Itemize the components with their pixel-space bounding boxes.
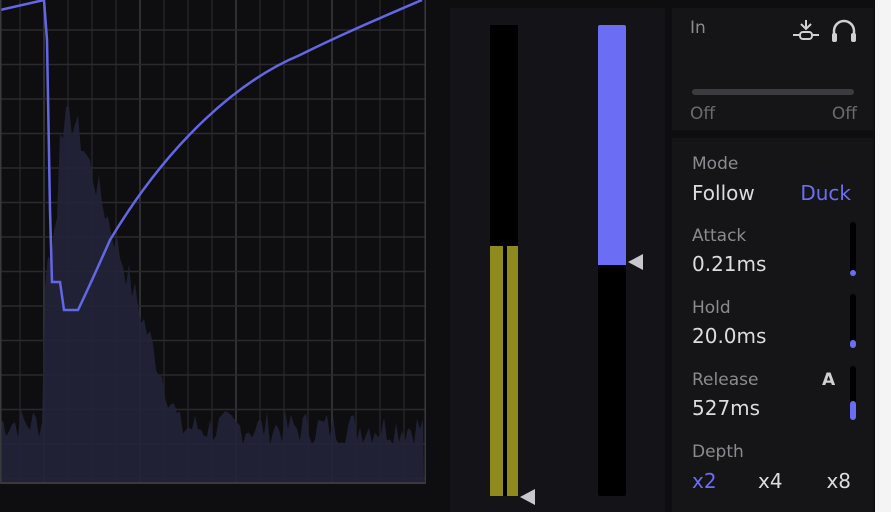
mode-duck-button[interactable]: Duck <box>800 181 851 205</box>
hold-label: Hold <box>692 298 731 318</box>
sidechain-icon[interactable] <box>792 18 820 44</box>
meter-panel <box>450 8 665 512</box>
input-range-slider[interactable] <box>692 89 854 95</box>
range-max-label: Off <box>831 104 857 124</box>
mode-follow-button[interactable]: Follow <box>692 181 755 205</box>
hold-slider[interactable] <box>850 294 856 348</box>
envelope-graph[interactable] <box>0 0 426 484</box>
input-meter <box>490 25 518 496</box>
auto-release-button[interactable]: A <box>822 370 835 390</box>
input-label: In <box>690 18 706 38</box>
controls-section: Mode Follow Duck Attack 0.21ms Hold 20.0… <box>672 138 873 512</box>
hold-value[interactable]: 20.0ms <box>692 324 766 348</box>
gain-reduction-fill <box>598 25 626 266</box>
release-slider[interactable] <box>850 366 856 420</box>
range-min-label: Off <box>690 104 716 124</box>
window-edge <box>875 0 891 512</box>
gain-reduction-meter <box>598 25 626 496</box>
input-meter-right-fill <box>507 246 518 496</box>
depth-handle[interactable] <box>628 254 643 270</box>
input-section: In Off Off <box>672 8 873 130</box>
headphones-icon[interactable] <box>830 18 858 44</box>
attack-label: Attack <box>692 226 747 246</box>
depth-x8-button[interactable]: x8 <box>826 469 851 493</box>
release-value[interactable]: 527ms <box>692 396 760 420</box>
mode-label: Mode <box>692 154 739 174</box>
threshold-handle[interactable] <box>520 489 535 505</box>
input-meter-left-fill <box>490 246 503 496</box>
attack-slider[interactable] <box>850 222 856 276</box>
attack-value[interactable]: 0.21ms <box>692 252 766 276</box>
depth-x4-button[interactable]: x4 <box>758 469 783 493</box>
depth-label: Depth <box>692 442 744 462</box>
release-label: Release <box>692 370 759 390</box>
depth-x2-button[interactable]: x2 <box>692 469 717 493</box>
